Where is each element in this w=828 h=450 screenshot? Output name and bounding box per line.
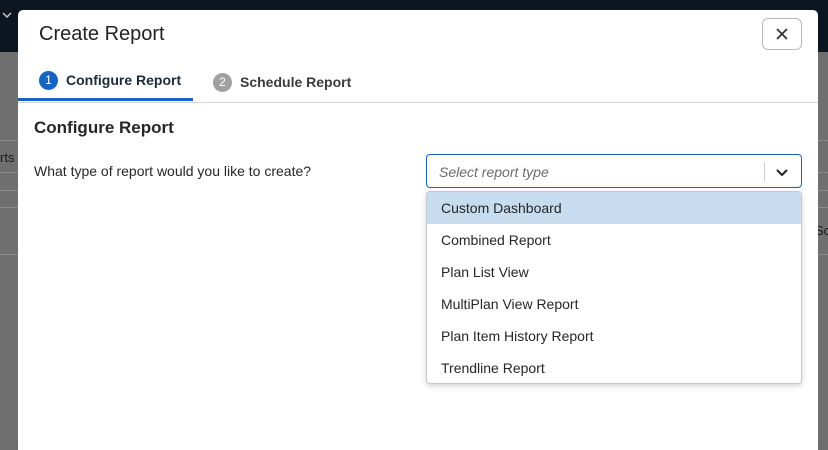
wizard-tabs: 1 Configure Report 2 Schedule Report [18,62,818,103]
option-custom-dashboard[interactable]: Custom Dashboard [427,192,801,224]
step-number-badge: 2 [213,72,232,92]
select-placeholder: Select report type [439,164,549,180]
step-number-badge: 1 [39,70,58,90]
create-report-modal: Create Report 1 Configure Report 2 Sched… [18,10,818,450]
chevron-down-icon[interactable] [774,164,790,180]
tab-configure-report[interactable]: 1 Configure Report [18,62,193,101]
section-heading: Configure Report [34,118,174,137]
modal-title: Create Report [39,23,165,45]
option-plan-item-history-report[interactable]: Plan Item History Report [427,320,801,352]
select-separator [764,162,765,181]
close-icon [776,28,788,40]
option-multiplan-view-report[interactable]: MultiPlan View Report [427,288,801,320]
option-combined-report[interactable]: Combined Report [427,224,801,256]
tab-schedule-report[interactable]: 2 Schedule Report [213,62,363,102]
report-type-select[interactable]: Select report type [426,154,802,188]
option-plan-list-view[interactable]: Plan List View [427,256,801,288]
report-type-dropdown: Custom Dashboard Combined Report Plan Li… [426,191,802,384]
option-trendline-report[interactable]: Trendline Report [427,352,801,383]
close-button[interactable] [762,18,802,50]
report-type-question: What type of report would you like to cr… [34,163,312,179]
chevron-down-icon [2,12,12,19]
tab-label: Configure Report [66,72,182,88]
background-text: rts [0,150,15,165]
tab-label: Schedule Report [240,74,352,90]
